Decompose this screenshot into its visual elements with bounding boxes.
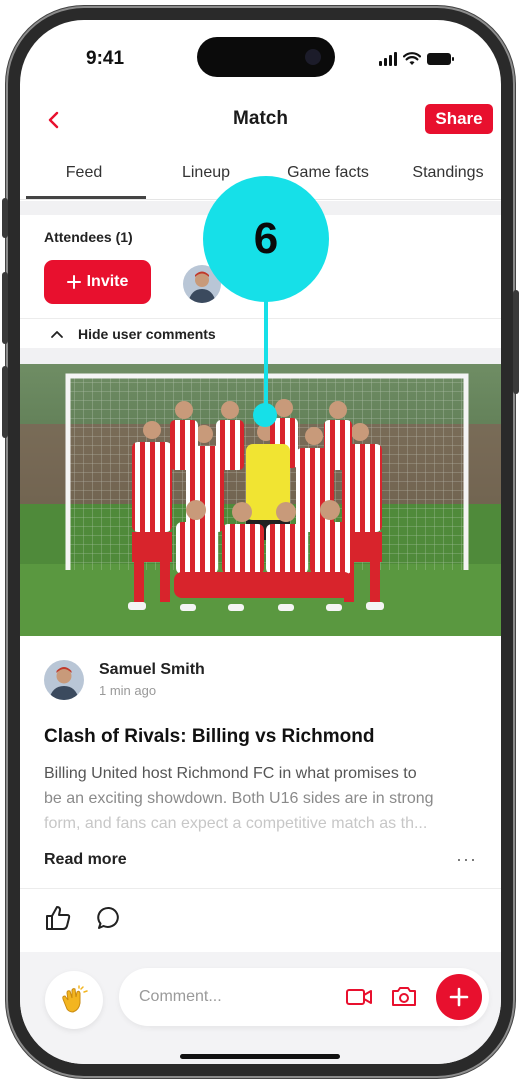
action-button (2, 198, 8, 238)
home-indicator (180, 1054, 340, 1059)
like-icon[interactable] (44, 904, 72, 932)
callout-dot (253, 403, 277, 427)
camera-icon[interactable] (391, 984, 417, 1008)
callout-badge: 6 (203, 176, 329, 302)
front-camera (305, 49, 321, 65)
signal-icon (379, 52, 397, 66)
clap-icon (62, 985, 88, 1013)
wifi-icon (403, 52, 421, 65)
invite-button[interactable]: Invite (44, 260, 151, 304)
post-author[interactable]: Samuel Smith (99, 661, 205, 679)
comment-input[interactable] (139, 985, 319, 1009)
callout-line (264, 292, 268, 404)
status-icons (379, 52, 454, 66)
add-attachment-button[interactable] (436, 974, 482, 1020)
section-separator (20, 348, 501, 364)
author-avatar[interactable] (44, 660, 84, 700)
invite-label: Invite (86, 273, 129, 290)
header: Match Share (20, 98, 501, 142)
battery-icon (427, 53, 454, 65)
hide-comments-toggle[interactable]: Hide user comments (20, 318, 501, 348)
power-button (513, 290, 519, 394)
active-tab-indicator (26, 196, 146, 199)
comment-field (119, 968, 489, 1026)
comment-icon[interactable] (96, 905, 122, 931)
post-timestamp: 1 min ago (99, 683, 157, 698)
video-icon[interactable] (345, 986, 373, 1008)
plus-icon (449, 987, 469, 1007)
more-options-icon[interactable]: ··· (456, 849, 477, 870)
chevron-up-icon (51, 331, 63, 338)
volume-down-button (2, 366, 8, 438)
tab-feed[interactable]: Feed (20, 164, 148, 182)
plus-icon (66, 275, 81, 289)
divider (20, 888, 501, 889)
volume-up-button (2, 272, 8, 344)
status-bar: 9:41 (20, 20, 501, 98)
hide-comments-label: Hide user comments (78, 326, 216, 342)
dynamic-island (197, 37, 335, 77)
post-body-line: form, and fans can expect a competitive … (44, 815, 428, 832)
read-more-link[interactable]: Read more (44, 851, 127, 869)
callout-number: 6 (253, 214, 279, 263)
attendees-label: Attendees (1) (44, 229, 133, 245)
post-title: Clash of Rivals: Billing vs Richmond (44, 726, 375, 747)
share-button[interactable]: Share (425, 104, 493, 134)
tab-standings[interactable]: Standings (392, 164, 501, 182)
post-body-line: Billing United host Richmond FC in what … (44, 765, 417, 782)
post-body: Billing United host Richmond FC in what … (44, 761, 494, 836)
status-time: 9:41 (86, 48, 125, 69)
post-body-line: be an exciting showdown. Both U16 sides … (44, 790, 434, 807)
clap-button[interactable] (45, 971, 103, 1029)
